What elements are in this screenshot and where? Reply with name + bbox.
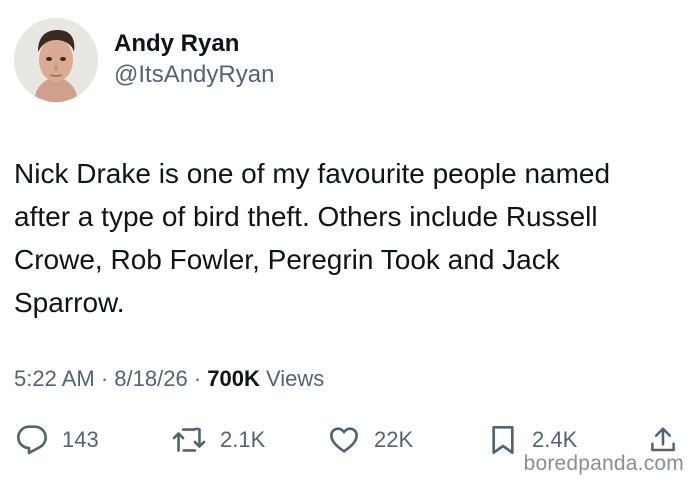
tweet-card: Andy Ryan @ItsAndyRyan Nick Drake is one… — [0, 0, 700, 485]
tweet-meta: 5:22 AM · 8/18/26 · 700K Views — [14, 364, 324, 394]
bookmark-count: 2.4K — [532, 427, 578, 452]
tweet-text: Nick Drake is one of my favourite people… — [14, 158, 611, 318]
repost-button[interactable]: 2.1K — [172, 420, 265, 460]
tweet-header: Andy Ryan @ItsAndyRyan — [14, 18, 274, 102]
display-name[interactable]: Andy Ryan — [114, 29, 274, 59]
like-count: 22K — [374, 427, 414, 452]
meta-separator: · — [100, 366, 115, 391]
reply-button[interactable]: 143 — [16, 420, 99, 460]
views-label: Views — [266, 366, 325, 391]
meta-separator: · — [193, 366, 208, 391]
tweet-time[interactable]: 5:22 AM — [14, 366, 95, 391]
reply-icon — [17, 425, 47, 455]
like-icon — [330, 427, 358, 453]
tweet-date[interactable]: 8/18/26 — [114, 366, 187, 391]
reply-count: 143 — [62, 427, 99, 452]
views-count: 700K — [207, 366, 266, 391]
repost-icon — [172, 427, 206, 452]
watermark: boredpanda.com — [523, 452, 684, 475]
like-button[interactable]: 22K — [328, 420, 413, 460]
author-names: Andy Ryan @ItsAndyRyan — [114, 29, 274, 91]
avatar[interactable] — [14, 18, 98, 102]
repost-count: 2.1K — [220, 427, 266, 452]
handle[interactable]: @ItsAndyRyan — [114, 59, 274, 91]
bookmark-icon — [492, 426, 514, 454]
